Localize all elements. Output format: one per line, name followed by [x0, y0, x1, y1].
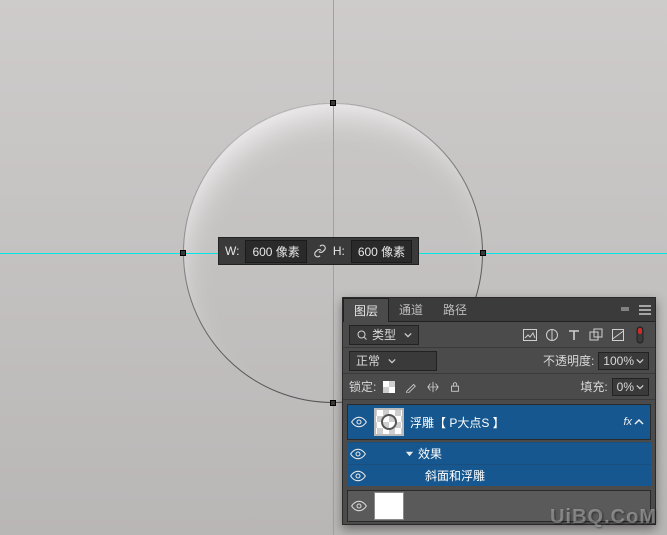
panel-tabs: 图层 通道 路径: [343, 298, 655, 322]
lock-row: 锁定: 填充: 0%: [343, 374, 655, 400]
lock-label: 锁定:: [349, 378, 376, 395]
tab-channels[interactable]: 通道: [389, 298, 433, 322]
width-field[interactable]: 600 像素: [245, 240, 306, 263]
fx-collapse-icon[interactable]: [634, 417, 644, 427]
transform-size-overlay: W: 600 像素 H: 600 像素: [218, 237, 419, 265]
filter-smartobj-icon[interactable]: [609, 326, 627, 344]
lock-all-icon[interactable]: [446, 378, 464, 396]
layers-list: 浮雕【 P大点S 】 fx 效果 斜面和浮雕: [343, 400, 655, 522]
filter-shape-icon[interactable]: [587, 326, 605, 344]
anchor-point-top[interactable]: [330, 100, 336, 106]
layer-effects-row[interactable]: 效果: [347, 442, 651, 464]
effects-label: 效果: [418, 445, 442, 462]
chevron-down-icon: [636, 383, 644, 391]
panel-menu-icon[interactable]: [635, 301, 655, 319]
visibility-toggle[interactable]: [347, 470, 369, 482]
triangle-down-icon: [405, 449, 414, 458]
anchor-point-left[interactable]: [180, 250, 186, 256]
layer-effect-item[interactable]: 斜面和浮雕: [347, 464, 651, 486]
blend-mode-value: 正常: [356, 352, 380, 369]
tab-paths[interactable]: 路径: [433, 298, 477, 322]
fill-label: 填充:: [580, 378, 607, 395]
opacity-field[interactable]: 100%: [598, 352, 649, 370]
filter-adjustment-icon[interactable]: [543, 326, 561, 344]
lock-position-icon[interactable]: [424, 378, 442, 396]
fill-value: 0%: [617, 380, 634, 394]
layer-filter-row: 类型: [343, 322, 655, 348]
blend-mode-select[interactable]: 正常: [349, 351, 437, 371]
layer-name[interactable]: 浮雕【 P大点S 】: [410, 414, 623, 431]
visibility-toggle[interactable]: [348, 416, 370, 428]
chevron-down-icon: [388, 357, 396, 365]
fill-field[interactable]: 0%: [612, 378, 649, 396]
anchor-point-right[interactable]: [480, 250, 486, 256]
effect-name: 斜面和浮雕: [425, 467, 485, 484]
chevron-down-icon: [636, 357, 644, 365]
blend-row: 正常 不透明度: 100%: [343, 348, 655, 374]
layer-row[interactable]: 浮雕【 P大点S 】 fx: [347, 404, 651, 440]
tab-layers[interactable]: 图层: [343, 298, 389, 322]
layers-panel: 图层 通道 路径 类型 正常: [342, 297, 656, 525]
layer-thumbnail[interactable]: [374, 408, 404, 436]
width-label: W:: [225, 244, 239, 258]
layer-row[interactable]: [347, 490, 651, 522]
filter-kind-label: 类型: [372, 326, 396, 343]
height-field[interactable]: 600 像素: [351, 240, 412, 263]
filter-kind-select[interactable]: 类型: [349, 325, 419, 345]
opacity-label: 不透明度:: [543, 352, 594, 369]
height-label: H:: [333, 244, 345, 258]
visibility-toggle[interactable]: [348, 500, 370, 512]
lock-transparency-icon[interactable]: [380, 378, 398, 396]
opacity-value: 100%: [603, 354, 634, 368]
link-wh-icon[interactable]: [313, 244, 327, 258]
filter-toggle-switch[interactable]: [631, 326, 649, 344]
anchor-point-bottom[interactable]: [330, 400, 336, 406]
guide-vertical[interactable]: [333, 0, 334, 535]
layer-thumbnail[interactable]: [374, 492, 404, 520]
filter-image-icon[interactable]: [521, 326, 539, 344]
canvas-area[interactable]: W: 600 像素 H: 600 像素 图层 通道 路径 类型: [0, 0, 667, 535]
fx-badge[interactable]: fx: [623, 416, 632, 428]
visibility-toggle[interactable]: [347, 448, 369, 460]
lock-pixels-icon[interactable]: [402, 378, 420, 396]
collapse-icon[interactable]: [615, 301, 635, 319]
filter-type-icon[interactable]: [565, 326, 583, 344]
chevron-down-icon: [404, 331, 412, 339]
